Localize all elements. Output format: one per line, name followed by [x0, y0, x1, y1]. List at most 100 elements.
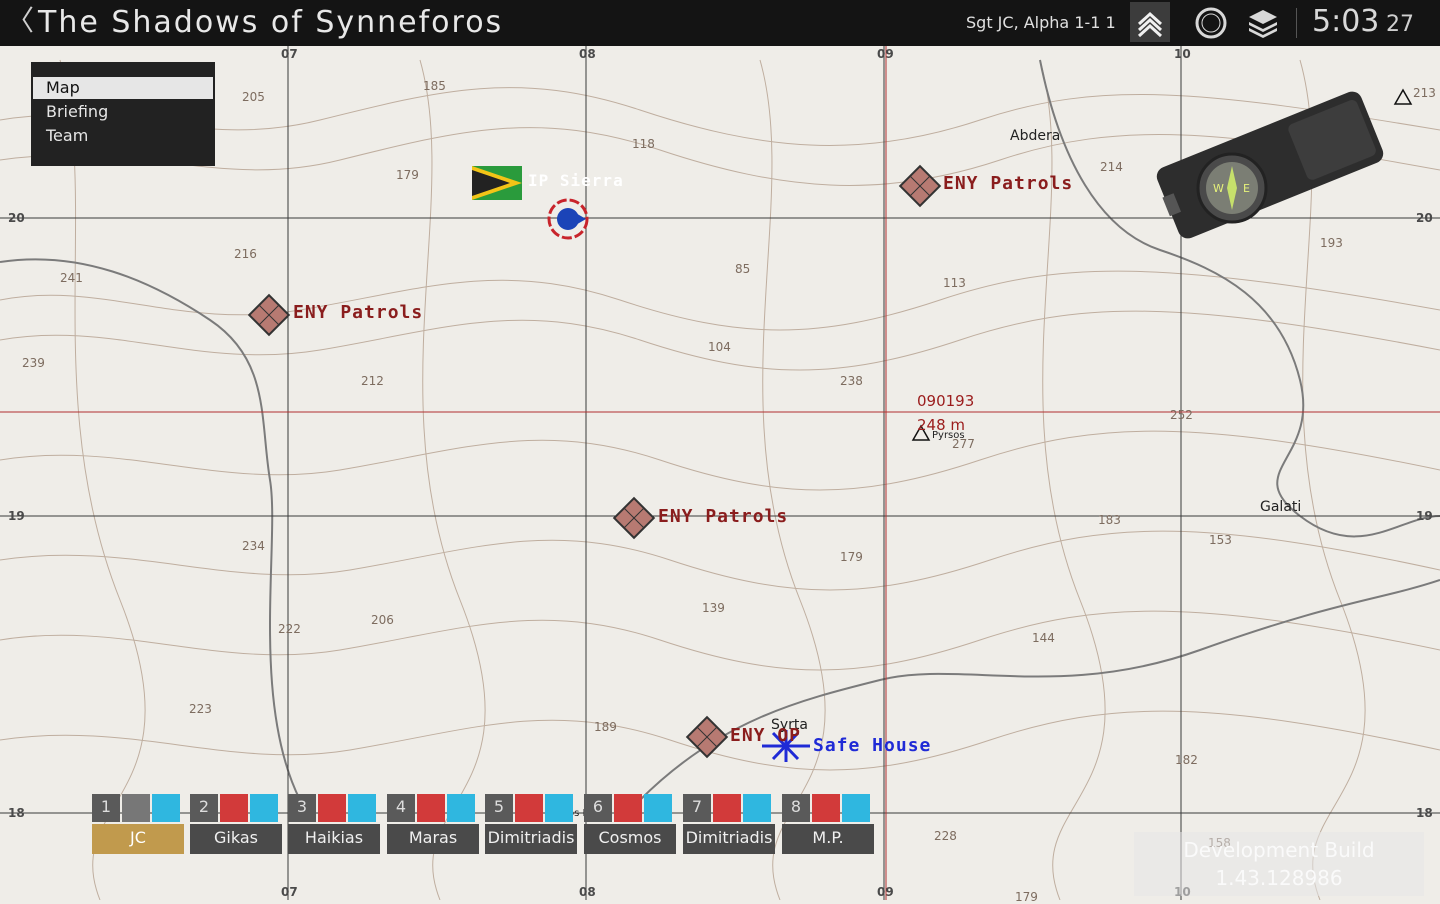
squad-name: M.P. [782, 824, 874, 854]
squad-slot[interactable]: 8 M.P. [782, 794, 874, 854]
squad-slot[interactable]: 3 Haikias [288, 794, 380, 854]
grid-label-left: 20 [8, 211, 25, 225]
squad-name: Haikias [288, 824, 380, 854]
elevation-label: 179 [1015, 890, 1038, 904]
cursor-grid-readout: 090193 [917, 392, 975, 410]
elevation-label: 223 [189, 702, 212, 716]
player-name: Sgt JC, Alpha 1-1 1 [966, 13, 1116, 32]
squad-name: JC [92, 824, 184, 854]
weapon-icon [545, 794, 573, 822]
marker-label: ENY Patrols [943, 173, 1074, 194]
squad-slot[interactable]: 6 Cosmos [584, 794, 676, 854]
back-icon[interactable]: 〈 [6, 6, 34, 36]
map-menu: Map Briefing Team [31, 62, 215, 166]
unit-status-icon [122, 794, 150, 822]
weapon-icon [743, 794, 771, 822]
grid-label-top: 10 [1174, 47, 1191, 61]
squad-slot[interactable]: 4 Maras [387, 794, 479, 854]
weapon-icon [152, 794, 180, 822]
squad-name: Dimitriadis [683, 824, 775, 854]
unit-status-icon [812, 794, 840, 822]
marker-label: ENY Patrols [293, 302, 424, 323]
elevation-label: 113 [943, 276, 966, 290]
elevation-label: 153 [1209, 533, 1232, 547]
elevation-label: 277 [952, 437, 975, 451]
squad-number: 4 [387, 794, 415, 822]
squad-slot[interactable]: 1 JC [92, 794, 184, 854]
grid-label-top: 08 [579, 47, 596, 61]
elevation-label: 139 [702, 601, 725, 615]
map-canvas[interactable]: W E [0, 0, 1440, 900]
grid-label-top: 07 [281, 47, 298, 61]
unit-status-icon [417, 794, 445, 822]
grid-label-right: 18 [1416, 806, 1433, 820]
elevation-label: 216 [234, 247, 257, 261]
marker-label: Safe House [813, 735, 932, 756]
build-version: 1.43.128986 [1215, 866, 1343, 890]
cursor-distance-readout: 248 m [917, 416, 966, 434]
weapon-icon [842, 794, 870, 822]
weapon-icon [644, 794, 672, 822]
menu-item-team[interactable]: Team [33, 125, 213, 147]
elevation-label: 252 [1170, 408, 1193, 422]
top-bar: 〈 The Shadows of Synneforos Sgt JC, Alph… [0, 0, 1440, 46]
elevation-label: 144 [1032, 631, 1055, 645]
elevation-label: 228 [934, 829, 957, 843]
elevation-label: 189 [594, 720, 617, 734]
build-line: Development Build [1183, 838, 1375, 862]
elevation-label: 212 [361, 374, 384, 388]
squad-name: Dimitriadis [485, 824, 577, 854]
elevation-label: 179 [396, 168, 419, 182]
elevation-label: 238 [840, 374, 863, 388]
elevation-label: 222 [278, 622, 301, 636]
squad-name: Maras [387, 824, 479, 854]
weapon-icon [348, 794, 376, 822]
squad-name: Cosmos [584, 824, 676, 854]
grid-label-bottom: 09 [877, 885, 894, 899]
unit-status-icon [713, 794, 741, 822]
menu-item-briefing[interactable]: Briefing [33, 101, 213, 123]
gps-icon[interactable] [1194, 6, 1228, 40]
squad-slot[interactable]: 2 Gikas [190, 794, 282, 854]
squad-number: 5 [485, 794, 513, 822]
squad-slot[interactable]: 7 Dimitriadis [683, 794, 775, 854]
squad-name: Gikas [190, 824, 282, 854]
menu-item-map[interactable]: Map [33, 77, 213, 99]
layers-icon[interactable] [1246, 8, 1280, 38]
squad-number: 3 [288, 794, 316, 822]
elevation-label: 241 [60, 271, 83, 285]
grid-label-bottom: 07 [281, 885, 298, 899]
elevation-label: 234 [242, 539, 265, 553]
elevation-label: 193 [1320, 236, 1343, 250]
elevation-label: 239 [22, 356, 45, 370]
medic-icon [447, 794, 475, 822]
flag-icon[interactable] [472, 166, 522, 200]
elevation-label: 118 [632, 137, 655, 151]
squad-number: 6 [584, 794, 612, 822]
unit-status-icon [614, 794, 642, 822]
squad-number: 7 [683, 794, 711, 822]
elevation-label: 185 [423, 79, 446, 93]
marker-label: ENY Patrols [658, 506, 789, 527]
elevation-label: 214 [1100, 160, 1123, 174]
clock-seconds: 27 [1386, 12, 1414, 37]
elevation-label: 213 [1413, 86, 1436, 100]
town-label: Galati [1260, 499, 1302, 515]
grid-label-top: 09 [877, 47, 894, 61]
mission-title: The Shadows of Synneforos [38, 5, 504, 40]
grid-label-right: 19 [1416, 509, 1433, 523]
squad-number: 2 [190, 794, 218, 822]
elevation-label: 182 [1175, 753, 1198, 767]
grid-label-right: 20 [1416, 211, 1433, 225]
marker-label: ENY OP [730, 725, 802, 746]
squad-number: 1 [92, 794, 120, 822]
rank-icon[interactable] [1130, 2, 1170, 42]
squad-slot[interactable]: 5 Dimitriadis [485, 794, 577, 854]
unit-status-icon [220, 794, 248, 822]
unit-status-icon [515, 794, 543, 822]
elevation-label: 104 [708, 340, 731, 354]
elevation-label: 205 [242, 90, 265, 104]
squad-number: 8 [782, 794, 810, 822]
weapon-icon [250, 794, 278, 822]
elevation-label: 206 [371, 613, 394, 627]
